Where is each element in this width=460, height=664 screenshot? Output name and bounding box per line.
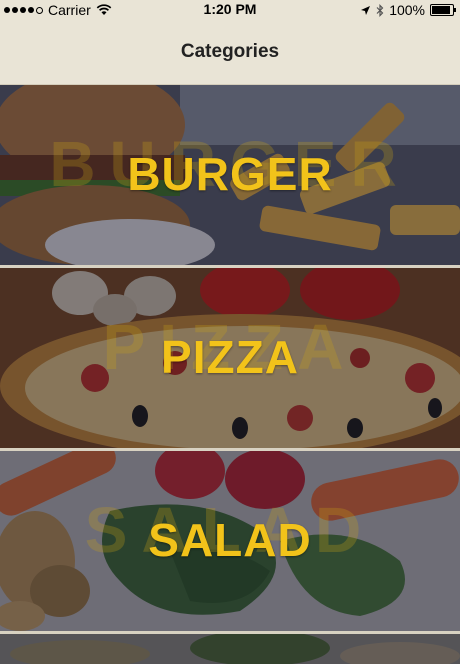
- navigation-bar: Categories: [0, 20, 460, 85]
- battery-percent: 100%: [389, 2, 425, 18]
- bluetooth-icon: [376, 3, 384, 17]
- category-cell-salad[interactable]: SALAD SALAD: [0, 451, 460, 634]
- category-list[interactable]: BURGER BURGER PIZZA PIZZA SALAD SALAD: [0, 85, 460, 664]
- status-bar: Carrier 1:20 PM 100%: [0, 0, 460, 20]
- category-cell-pizza[interactable]: PIZZA PIZZA: [0, 268, 460, 451]
- location-icon: [361, 5, 371, 15]
- category-label: SALAD: [148, 514, 312, 566]
- category-cell-burger[interactable]: BURGER BURGER: [0, 85, 460, 268]
- page-title: Categories: [180, 41, 280, 62]
- battery-icon: [430, 4, 456, 16]
- category-label: PIZZA: [161, 331, 299, 383]
- category-cell-next[interactable]: [0, 634, 460, 664]
- category-label: BURGER: [127, 148, 333, 200]
